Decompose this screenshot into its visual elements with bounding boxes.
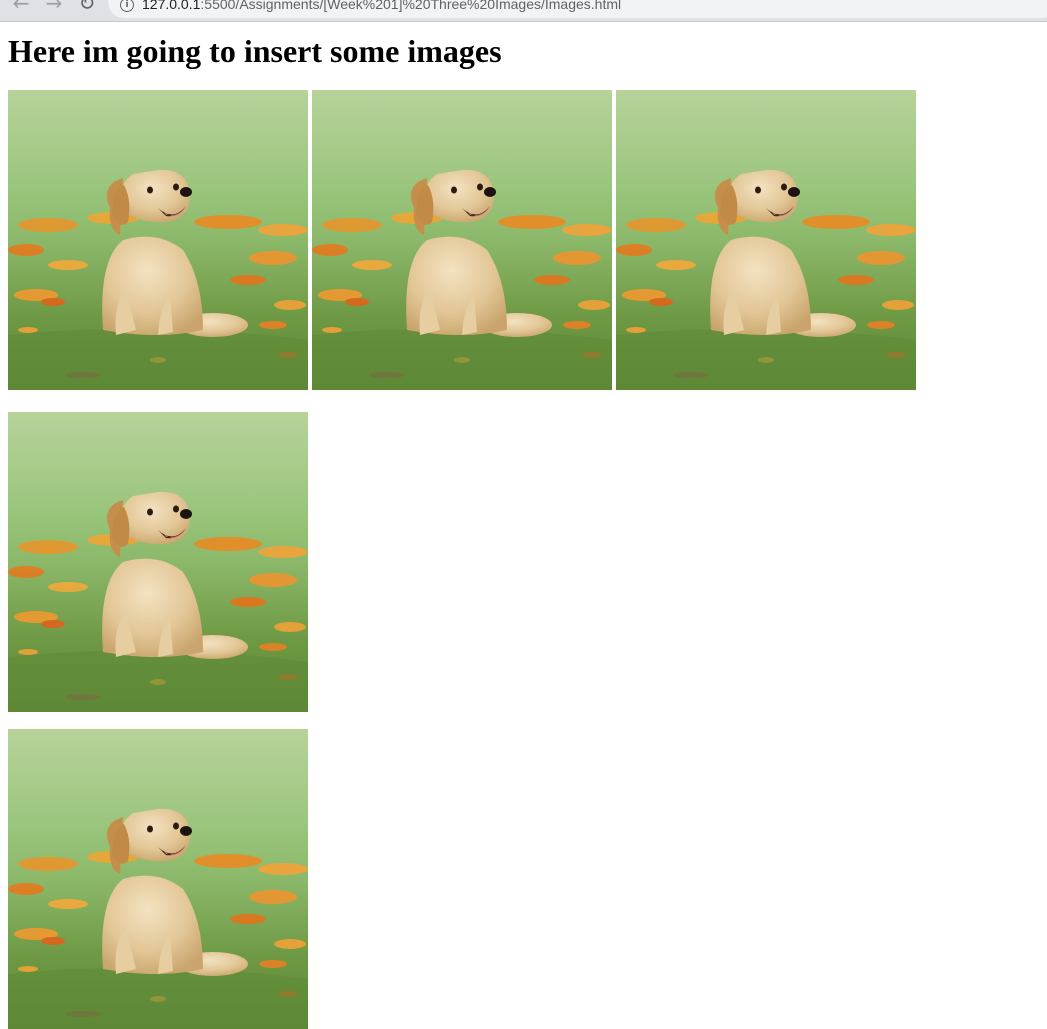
address-bar[interactable]: i 127.0.0.1:5500/Assignments/[Week%201]%… — [108, 0, 1047, 18]
puppy-image — [616, 90, 916, 390]
puppy-image — [8, 90, 308, 390]
arrow-right-icon[interactable]: → — [43, 0, 65, 15]
puppy-image — [8, 412, 308, 712]
arrow-left-icon[interactable]: ← — [10, 0, 32, 15]
reload-icon[interactable]: ↻ — [76, 0, 98, 15]
url-path: :5500/Assignments/[Week%201]%20Three%20I… — [200, 0, 622, 12]
toolbar-divider — [0, 21, 1047, 22]
puppy-image — [312, 90, 612, 390]
url-host: 127.0.0.1 — [142, 0, 201, 12]
url-text[interactable]: 127.0.0.1:5500/Assignments/[Week%201]%20… — [142, 0, 621, 12]
browser-toolbar: ← → ↻ i 127.0.0.1:5500/Assignments/[Week… — [0, 0, 1047, 22]
info-icon[interactable]: i — [120, 0, 134, 12]
page-heading: Here im going to insert some images — [8, 33, 502, 69]
puppy-image — [8, 729, 308, 1029]
